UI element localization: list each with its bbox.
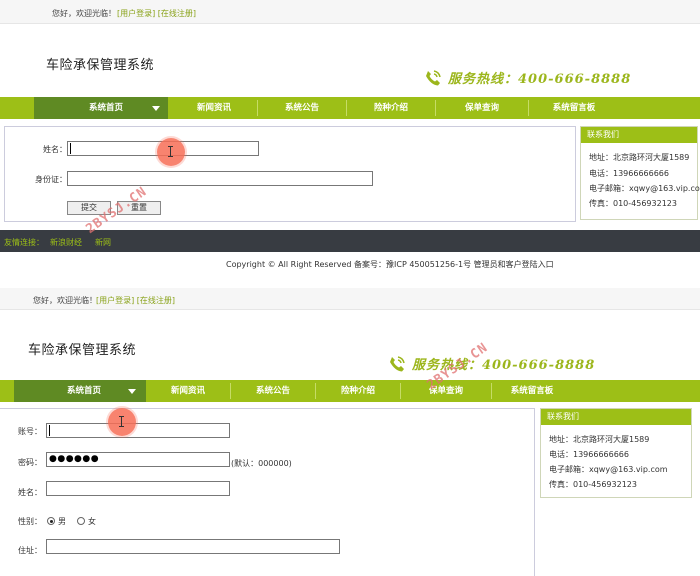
account-label: 账号： (18, 427, 42, 436)
nav-item-message-board[interactable]: 系统留言板 (492, 380, 572, 402)
nav-item-insurance-types[interactable]: 险种介绍 (316, 380, 400, 402)
contact-fax: 传真：010-456932123 (549, 480, 637, 489)
contact-email: 电子邮箱：xqwy@163.vip.com (589, 184, 700, 193)
nav-item-notice[interactable]: 系统公告 (231, 380, 315, 402)
address-input[interactable] (46, 539, 340, 554)
name-label: 姓名： (43, 145, 67, 154)
nav-item-insurance-types[interactable]: 险种介绍 (347, 97, 435, 119)
gender-male-label: 男 (58, 517, 66, 526)
nav-item-home[interactable]: 系统首页 (66, 97, 146, 119)
top-bar: 您好，欢迎光临！ [用户登录] [在线注册] (0, 288, 700, 310)
main-nav: 系统首页 新闻资讯 系统公告 险种介绍 保单查询 系统留言板 (0, 97, 700, 119)
name-label: 姓名： (18, 488, 42, 497)
contact-address: 地址：北京路环河大厦1589 (549, 435, 650, 444)
register-form-panel: 账号： 密码： ●●●●●● (默认：000000) 姓名： 性别： 男 女 住… (0, 408, 535, 576)
phone-icon (424, 69, 442, 87)
password-label: 密码： (18, 458, 42, 467)
text-cursor-icon (119, 416, 124, 427)
nav-item-notice[interactable]: 系统公告 (258, 97, 346, 119)
contact-phone: 电话：13966666666 (589, 169, 669, 178)
friend-link-xinwang[interactable]: 新网 (95, 237, 111, 248)
screenshot-register-page: 您好，欢迎光临！ [用户登录] [在线注册] 车险承保管理系统 服务热线：400… (0, 288, 700, 576)
nav-item-message-board[interactable]: 系统留言板 (529, 97, 619, 119)
nav-item-home[interactable]: 系统首页 (44, 380, 124, 402)
friend-link-sina[interactable]: 新浪财经 (50, 237, 82, 248)
friend-links-bar: 友情连接： 新浪财经 新网 (0, 230, 700, 252)
top-bar: 您好，欢迎光临！ [用户登录] [在线注册] (0, 0, 700, 24)
chevron-down-icon[interactable] (152, 106, 160, 111)
contact-panel: 联系我们 地址：北京路环河大厦1589 电话：13966666666 电子邮箱：… (580, 126, 700, 220)
nav-item-news[interactable]: 新闻资讯 (172, 97, 256, 119)
click-marker (157, 138, 185, 166)
gender-radio-male[interactable] (47, 517, 55, 525)
address-label: 住址： (18, 546, 42, 555)
text-cursor (49, 425, 50, 436)
chevron-down-icon[interactable] (128, 389, 136, 394)
idcard-label: 身份证： (35, 175, 67, 184)
hotline: 服务热线：400-666-8888 (424, 68, 631, 87)
friend-links-label: 友情连接： (4, 238, 44, 247)
name-input[interactable] (46, 481, 230, 496)
contact-address: 地址：北京路环河大厦1589 (589, 153, 690, 162)
site-title: 车险承保管理系统 (28, 343, 137, 358)
click-marker (108, 408, 136, 436)
login-link[interactable]: [用户登录] (117, 9, 155, 18)
contact-fax: 传真：010-456932123 (589, 199, 677, 208)
password-value: ●●●●●● (49, 454, 100, 464)
nav-item-news[interactable]: 新闻资讯 (146, 380, 230, 402)
contact-phone: 电话：13966666666 (549, 450, 629, 459)
text-cursor (70, 143, 71, 154)
nav-item-policy-query[interactable]: 保单查询 (436, 97, 528, 119)
gender-radio-female[interactable] (77, 517, 85, 525)
contact-title: 联系我们 (581, 127, 697, 143)
greeting-text: 您好，欢迎光临！ (33, 296, 97, 305)
copyright-text: Copyright © All Right Reserved 备案号：豫ICP … (226, 260, 554, 269)
login-link[interactable]: [用户登录] (96, 296, 134, 305)
text-cursor-icon (168, 146, 173, 157)
register-link[interactable]: [在线注册] (158, 9, 196, 18)
gender-label: 性别： (18, 517, 42, 526)
query-form-panel: 姓名： 身份证： 提交 重置 (4, 126, 576, 222)
idcard-input[interactable] (67, 171, 373, 186)
register-link[interactable]: [在线注册] (137, 296, 175, 305)
password-input[interactable]: ●●●●●● (46, 452, 230, 467)
site-title: 车险承保管理系统 (46, 58, 155, 73)
hotline-text: 服务热线：400-666-8888 (448, 72, 632, 87)
greeting-text: 您好，欢迎光临！ (52, 9, 116, 18)
phone-icon (388, 355, 406, 373)
screenshot-query-page: 您好，欢迎光临！ [用户登录] [在线注册] 车险承保管理系统 服务热线：400… (0, 0, 700, 270)
contact-title: 联系我们 (541, 409, 691, 425)
password-hint: (默认：000000) (231, 459, 292, 468)
contact-email: 电子邮箱：xqwy@163.vip.com (549, 465, 668, 474)
main-nav: 系统首页 新闻资讯 系统公告 险种介绍 保单查询 系统留言板 (0, 380, 700, 402)
gender-female-label: 女 (88, 517, 96, 526)
contact-panel: 联系我们 地址：北京路环河大厦1589 电话：13966666666 电子邮箱：… (540, 408, 692, 498)
account-input[interactable] (46, 423, 230, 438)
hotline: 服务热线：400-666-8888 (388, 354, 595, 373)
